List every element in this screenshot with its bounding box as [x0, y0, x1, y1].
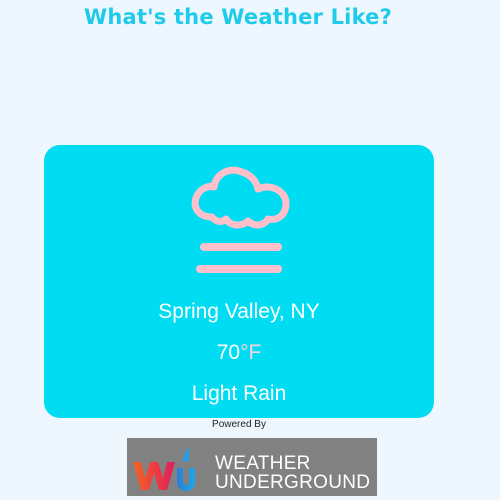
- powered-by-label: Powered By: [212, 419, 266, 430]
- weather-page: What's the Weather Like? Spring Valley, …: [0, 0, 500, 500]
- temperature-value: 70: [216, 341, 241, 364]
- temperature-label: 70°F: [44, 341, 434, 365]
- cloud-fog-icon: [191, 166, 290, 273]
- condition-label: Light Rain: [191, 382, 287, 405]
- wu-logo-text: WEATHER UNDERGROUND: [215, 454, 370, 492]
- wu-logo-text-line1: WEATHER: [215, 453, 311, 474]
- temperature-unit: °F: [240, 341, 262, 364]
- page-title: What's the Weather Like?: [83, 5, 393, 29]
- weather-underground-logo[interactable]: WEATHER UNDERGROUND: [127, 438, 377, 496]
- location-label: Spring Valley, NY: [158, 300, 320, 323]
- wu-logo-icon: [133, 446, 195, 491]
- wu-logo-text-line2: UNDERGROUND: [215, 472, 371, 493]
